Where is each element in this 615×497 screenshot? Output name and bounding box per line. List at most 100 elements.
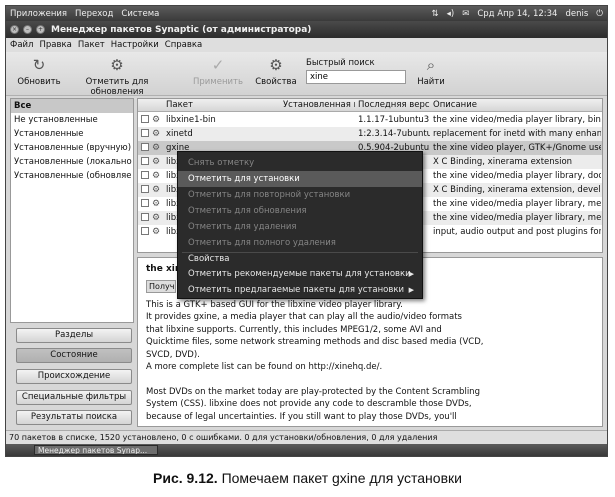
origin-button[interactable]: Происхождение (16, 369, 132, 384)
description-line: A more complete list can be found on htt… (146, 362, 383, 372)
filter-item-installed-manual[interactable]: Установленные (вручную) (11, 141, 133, 155)
description-line: Quicktime files, some network streaming … (146, 337, 484, 348)
search-results-button[interactable]: Результаты поиска (16, 410, 132, 425)
apply-label: Применить (193, 77, 243, 87)
menu-item-unmark[interactable]: Снять отметку (178, 155, 422, 171)
description-line: SVCD, DVD). (146, 349, 200, 360)
mark-upgrades-icon: ⚙ (110, 56, 124, 74)
description-line: System (CSS). libxine does not provide a… (146, 399, 472, 410)
package-description: the xine video/media player library, met… (433, 213, 601, 223)
mark-checkbox[interactable] (141, 199, 149, 207)
close-window-icon[interactable]: × (10, 25, 19, 34)
menu-item-mark-suggested-label: Отметить предлагаемые пакеты для установ… (188, 285, 404, 295)
package-icon: ⚙ (152, 129, 161, 139)
properties-label: Свойства (255, 77, 297, 87)
volume-icon[interactable]: ◂) (447, 9, 455, 19)
places-menu[interactable]: Переход (75, 9, 113, 19)
submenu-arrow-icon: ▶ (408, 286, 414, 294)
mark-checkbox[interactable] (141, 157, 149, 165)
applications-menu[interactable]: Приложения (10, 9, 67, 19)
filter-item-installed-upgradable[interactable]: Установленные (обновляе (11, 169, 133, 183)
menu-item-mark-reinstall[interactable]: Отметить для повторной установки (178, 187, 422, 203)
window-title: Менеджер пакетов Synaptic (от администра… (51, 24, 312, 35)
mark-checkbox[interactable] (141, 129, 149, 137)
mark-checkbox[interactable] (141, 227, 149, 235)
reload-button[interactable]: ↻ Обновить (16, 56, 62, 87)
status-button[interactable]: Состояние (16, 348, 132, 363)
column-latest-version[interactable]: Последняя верси (358, 100, 430, 110)
package-icon: ⚙ (152, 185, 161, 195)
clock[interactable]: Срд Апр 14, 12:34 (477, 9, 557, 19)
table-row[interactable]: ⚙ libxine1-bin 1.1.17-1ubuntu3 the xine vid… (138, 113, 602, 127)
menu-item-mark-upgrade[interactable]: Отметить для обновления (178, 203, 422, 219)
reload-label: Обновить (17, 77, 61, 87)
search-label: Найти (417, 77, 445, 87)
package-icon: ⚙ (152, 199, 161, 209)
description-line: because of legal uncertainties. If you s… (146, 411, 457, 422)
mark-upgrades-button[interactable]: ⚙ Отметить для обновления (68, 56, 166, 97)
description-line: It provides gxine, a media player that c… (146, 312, 462, 323)
package-description: the xine video player, GTK+/Gnome user i… (433, 143, 601, 153)
package-description: the xine video/media player library, met… (433, 199, 601, 209)
menubar: Файл Правка Пакет Настройки Справка (6, 38, 607, 52)
package-icon: ⚙ (152, 157, 161, 167)
menu-settings[interactable]: Настройки (111, 40, 159, 50)
properties-button[interactable]: ⚙ Свойства (254, 56, 298, 87)
user-name[interactable]: denis (565, 9, 588, 19)
menu-edit[interactable]: Правка (39, 40, 71, 50)
minimize-window-icon[interactable]: – (23, 25, 32, 34)
table-header: Пакет Установленная в Последняя верси Оп… (138, 99, 602, 112)
package-description: the xine video/media player library, doc… (433, 171, 601, 181)
menu-item-mark-removal[interactable]: Отметить для удаления (178, 219, 422, 235)
menu-item-mark-install[interactable]: Отметить для установки (178, 171, 422, 187)
window-titlebar[interactable]: × – + Менеджер пакетов Synaptic (от адми… (6, 21, 607, 38)
package-description: replacement for inetd with many enhancem (433, 129, 601, 139)
custom-filters-button[interactable]: Специальные фильтры (16, 390, 132, 405)
quick-search-label: Быстрый поиск (306, 58, 375, 68)
figure-text: Помечаем пакет gxine для установки (221, 470, 462, 486)
screenshot-frame: Приложения Переход Система ⇅ ◂) ✉ Срд Ап… (5, 5, 608, 457)
filter-item-installed[interactable]: Установленные (11, 127, 133, 141)
column-installed-version[interactable]: Установленная в (283, 100, 355, 110)
menu-item-mark-suggested[interactable]: Отметить предлагаемые пакеты для установ… (178, 282, 422, 298)
quick-search-input[interactable] (306, 70, 406, 84)
mark-checkbox[interactable] (141, 171, 149, 179)
taskbar-item-synaptic[interactable]: Менеджер пакетов Synap... (34, 445, 158, 455)
package-name: xinetd (166, 129, 193, 139)
apply-button[interactable]: ✓ Применить (188, 56, 248, 87)
package-description: X C Binding, xinerama extension (433, 157, 573, 167)
reload-icon: ↻ (32, 56, 46, 74)
maximize-window-icon[interactable]: + (36, 25, 45, 34)
figure-caption: Рис. 9.12. Помечаем пакет gxine для уста… (0, 470, 615, 486)
package-icon: ⚙ (152, 171, 161, 181)
toolbar: ↻ Обновить ⚙ Отметить для обновления ✓ П… (6, 52, 607, 97)
menu-file[interactable]: Файл (10, 40, 33, 50)
system-menu[interactable]: Система (121, 9, 159, 19)
table-row[interactable]: ⚙ xinetd 1:2.3.14-7ubuntu3 replacement for … (138, 127, 602, 141)
package-description: input, audio output and post plugins for… (433, 227, 601, 237)
menu-help[interactable]: Справка (165, 40, 202, 50)
menu-item-mark-complete-removal[interactable]: Отметить для полного удаления (178, 235, 422, 251)
get-screenshot-button[interactable]: Получ (146, 280, 176, 293)
column-package[interactable]: Пакет (166, 100, 280, 110)
mark-checkbox[interactable] (141, 213, 149, 221)
package-name: libxine1-bin (166, 115, 216, 125)
filter-item-all[interactable]: Все (11, 99, 133, 113)
mark-upgrades-label: Отметить для обновления (85, 77, 149, 97)
sections-button[interactable]: Разделы (16, 328, 132, 343)
mark-checkbox[interactable] (141, 115, 149, 123)
power-icon[interactable]: ⏻ (596, 9, 603, 19)
mark-checkbox[interactable] (141, 143, 149, 151)
search-button[interactable]: ⌕ Найти (414, 56, 448, 87)
column-description[interactable]: Описание (433, 100, 593, 110)
menu-package[interactable]: Пакет (78, 40, 105, 50)
status-bar: 70 пакетов в списке, 1520 установлено, 0… (6, 430, 607, 444)
mark-checkbox[interactable] (141, 185, 149, 193)
network-icon[interactable]: ⇅ (432, 9, 439, 19)
filter-item-not-installed[interactable]: Не установленные (11, 113, 133, 127)
menu-item-mark-recommended[interactable]: Отметить рекомендуемые пакеты для устано… (178, 266, 422, 282)
menu-item-properties[interactable]: Свойства (178, 251, 422, 267)
filter-item-installed-local[interactable]: Установленные (локально и (11, 155, 133, 169)
mail-icon[interactable]: ✉ (462, 9, 469, 19)
package-icon: ⚙ (152, 143, 161, 153)
